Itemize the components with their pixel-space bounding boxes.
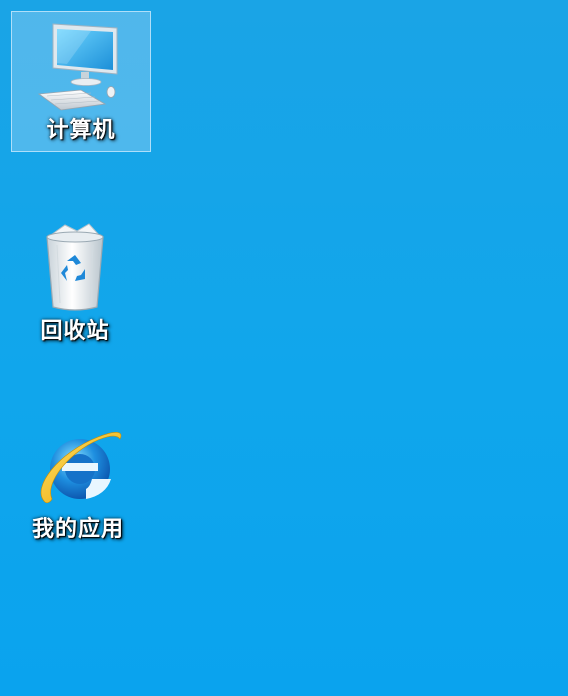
desktop-icon-label: 计算机: [46, 118, 116, 143]
desktop-icon-label: 回收站: [40, 319, 110, 344]
recycle-bin-icon: [25, 219, 125, 319]
internet-explorer-icon: [28, 417, 128, 517]
desktop-icon-label: 我的应用: [31, 517, 124, 542]
desktop-icon-recycle-bin[interactable]: 回收站: [5, 215, 145, 355]
desktop[interactable]: 计算机 回收站 我的应用: [0, 0, 568, 696]
computer-icon: [31, 18, 131, 118]
desktop-icon-computer[interactable]: 计算机: [11, 11, 151, 152]
desktop-icon-my-apps[interactable]: 我的应用: [8, 415, 148, 555]
